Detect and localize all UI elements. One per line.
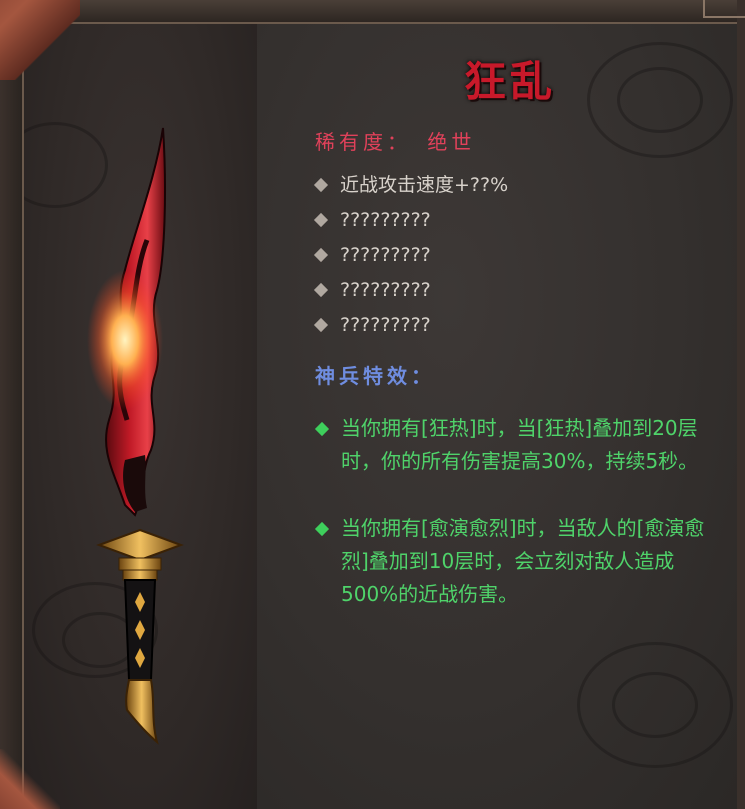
rarity-label: 稀有度： (315, 130, 411, 154)
frame-border-right (737, 0, 745, 809)
frame-border-top (0, 0, 745, 24)
stat-text: ????????? (340, 279, 431, 301)
diamond-icon (313, 317, 329, 332)
special-effects-heading: 神兵特效： (315, 364, 435, 388)
frame-corner-ornament (703, 0, 745, 18)
diamond-icon (313, 282, 329, 297)
rarity-value: 绝世 (427, 130, 476, 154)
item-tooltip-frame: 狂乱 稀有度： 绝世 近战攻击速度+??% ????????? ????????… (0, 0, 745, 809)
special-effect-item: 当你拥有[愈演愈烈]时，当敌人的[愈演愈烈]叠加到10层时，会立刻对敌人造成50… (313, 512, 713, 611)
rarity-line: 稀有度： 绝世 (315, 126, 475, 155)
special-effect-text: 当你拥有[愈演愈烈]时，当敌人的[愈演愈烈]叠加到10层时，会立刻对敌人造成50… (341, 516, 705, 606)
green-diamond-icon (314, 521, 330, 537)
frame-corner-ornament (0, 0, 80, 80)
diamond-icon (313, 212, 329, 227)
special-effect-item: 当你拥有[狂热]时，当[狂热]叠加到20层时，你的所有伤害提高30%，持续5秒。 (313, 412, 713, 478)
stat-row: ????????? (313, 310, 713, 345)
frame-border-left (0, 0, 24, 809)
special-effect-text: 当你拥有[狂热]时，当[狂热]叠加到20层时，你的所有伤害提高30%，持续5秒。 (341, 416, 699, 473)
diamond-icon (313, 177, 329, 192)
frame-corner-ornament (0, 749, 60, 809)
stat-text: ????????? (340, 244, 431, 266)
green-diamond-icon (314, 421, 330, 437)
item-title: 狂乱 (463, 57, 556, 106)
diamond-icon (313, 247, 329, 262)
stat-text: ????????? (340, 209, 431, 231)
stat-row: ????????? (313, 205, 713, 240)
stat-row: 近战攻击速度+??% (313, 170, 713, 205)
stat-row: ????????? (313, 275, 713, 310)
stat-text: ????????? (340, 314, 431, 336)
red-blade-weapon-icon (87, 127, 184, 745)
stat-text: 近战攻击速度+??% (340, 174, 509, 196)
stat-list: 近战攻击速度+??% ????????? ????????? ?????????… (313, 170, 713, 345)
stat-row: ????????? (313, 240, 713, 275)
